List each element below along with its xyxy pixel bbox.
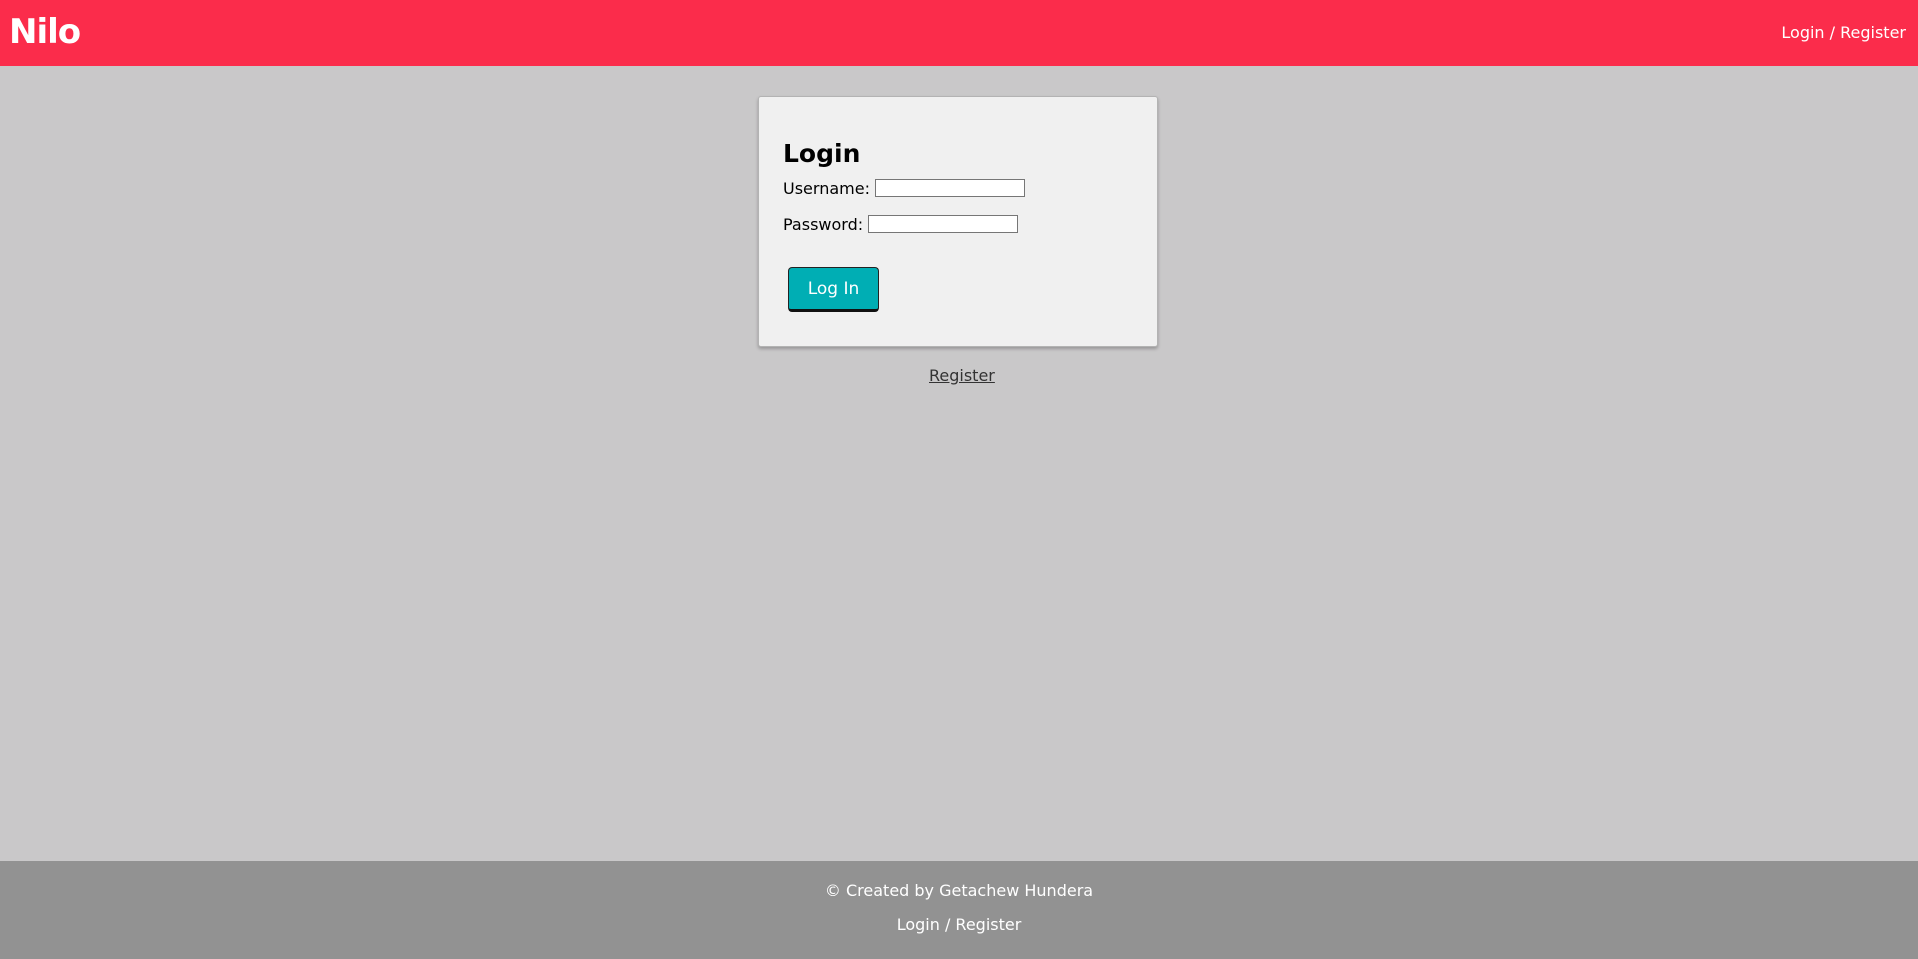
header-login-register-link[interactable]: Login / Register — [1781, 24, 1906, 42]
footer-login-register-link[interactable]: Login / Register — [897, 915, 1022, 934]
footer-credit: © Created by Getachew Hundera — [824, 881, 1094, 900]
username-input[interactable] — [874, 179, 1025, 197]
register-link[interactable]: Register — [929, 367, 995, 385]
username-label: Username: — [783, 178, 870, 198]
site-logo[interactable]: Nilo — [9, 15, 81, 49]
username-row: Username: — [783, 177, 1025, 199]
footer-link-row: Login / Register — [0, 915, 1918, 935]
page: Nilo Login / Register Login Username: Pa… — [0, 0, 1918, 959]
login-title: Login — [783, 139, 861, 168]
password-input[interactable] — [868, 215, 1019, 233]
top-nav-bar: Nilo Login / Register — [0, 0, 1918, 66]
password-label: Password: — [783, 214, 864, 234]
password-row: Password: — [783, 213, 1019, 235]
login-card: Login Username: Password: Log In — [758, 96, 1158, 347]
footer: © Created by Getachew Hundera Login / Re… — [0, 861, 1918, 959]
login-button[interactable]: Log In — [788, 267, 879, 312]
